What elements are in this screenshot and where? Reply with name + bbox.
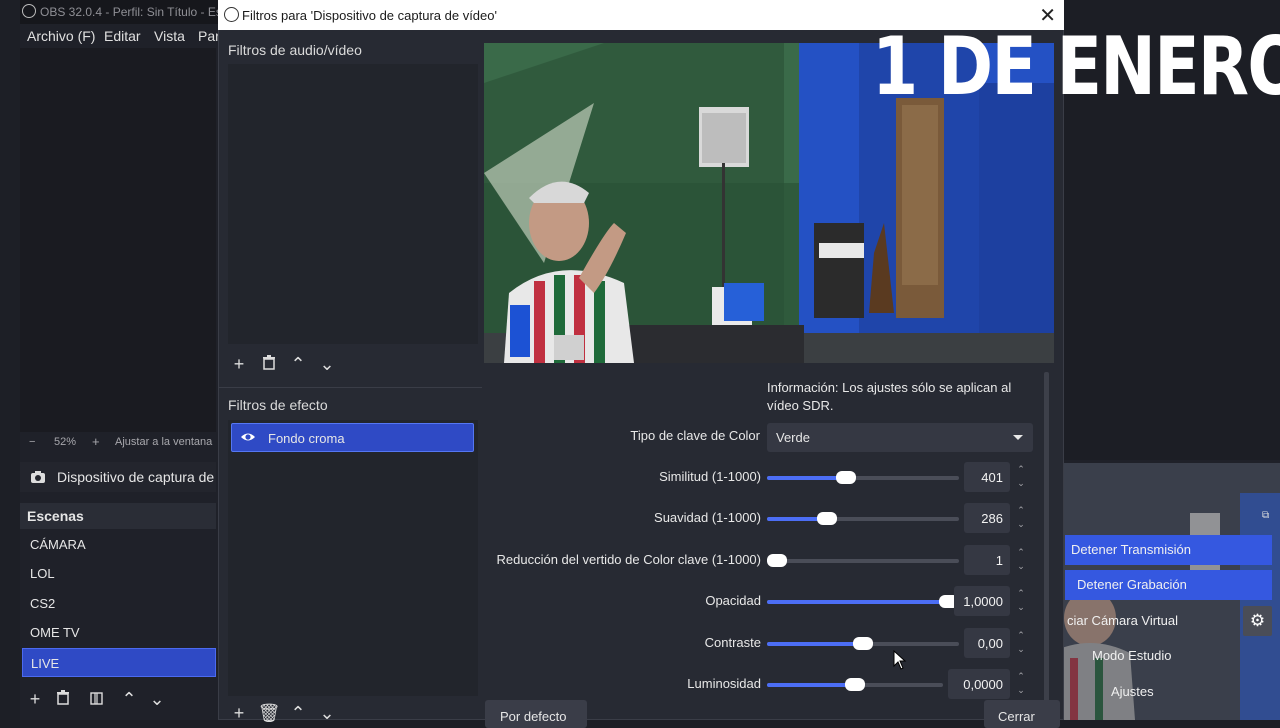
obs-logo-icon [22, 4, 36, 18]
move-scene-up-icon[interactable]: ⌃ [116, 686, 142, 712]
studio-mode-button[interactable]: Modo Estudio [1065, 641, 1272, 671]
delete-scene-icon[interactable] [50, 686, 76, 712]
slider-handle[interactable] [845, 678, 865, 691]
property-label: Opacidad [705, 593, 761, 608]
slider-handle[interactable] [836, 471, 856, 484]
spin-arrows-icon[interactable]: ⌃ ⌄ [1014, 503, 1028, 533]
property-label: Similitud (1-1000) [659, 469, 761, 484]
source-name: Dispositivo de captura de v [57, 469, 217, 485]
color-key-type-value: Verde [776, 430, 810, 445]
defaults-button[interactable]: Por defecto [485, 700, 587, 728]
slider-handle[interactable] [767, 554, 787, 567]
menu-bar: Archivo (F) Editar Vista Par [20, 24, 220, 46]
delete-av-filter-icon[interactable] [256, 351, 282, 377]
property-slider[interactable] [767, 554, 959, 567]
menu-perfil[interactable]: Par [198, 28, 220, 44]
source-toolbar: Dispositivo de captura de v [20, 462, 217, 492]
property-slider[interactable] [767, 471, 959, 484]
scene-item[interactable]: CS2 [22, 589, 216, 618]
move-effect-filter-down-icon[interactable]: ⌄ [314, 700, 340, 726]
zoom-in-button[interactable]: + [92, 434, 100, 449]
add-effect-filter-icon[interactable]: + [226, 700, 252, 726]
slider-handle[interactable] [853, 637, 873, 650]
scene-filters-icon[interactable] [83, 686, 109, 712]
scene-item[interactable]: LOL [22, 559, 216, 588]
slider-fill [767, 683, 855, 687]
spin-arrows-icon[interactable]: ⌃ ⌄ [1014, 545, 1028, 575]
property-value-field[interactable]: 401 [964, 462, 1010, 492]
stop-stream-button[interactable]: Detener Transmisión [1065, 535, 1272, 565]
chevron-down-icon [1013, 435, 1023, 440]
date-overlay-text: 1 DE ENERO [872, 20, 1280, 113]
menu-vista[interactable]: Vista [154, 28, 185, 44]
delete-effect-filter-icon[interactable]: 🗑 [256, 700, 282, 726]
dialog-title: Filtros para 'Dispositivo de captura de … [242, 8, 497, 23]
mouse-cursor-icon [893, 650, 907, 670]
zoom-bar: − 52% + Ajustar a la ventana [20, 434, 216, 452]
slider-fill [767, 476, 846, 480]
properties-scrollbar[interactable] [1044, 372, 1049, 702]
move-av-filter-down-icon[interactable]: ⌄ [314, 351, 340, 377]
menu-editar[interactable]: Editar [104, 28, 141, 44]
property-slider[interactable] [767, 637, 959, 650]
spin-arrows-icon[interactable]: ⌃ ⌄ [1014, 586, 1028, 616]
dialog-close-button[interactable]: Cerrar [984, 700, 1060, 728]
effect-filters-label: Filtros de efecto [228, 397, 328, 413]
move-effect-filter-up-icon[interactable]: ⌃ [285, 700, 311, 726]
virtual-camera-button[interactable]: ciar Cámara Virtual [1065, 606, 1235, 636]
fit-window-button[interactable]: Ajustar a la ventana [115, 436, 212, 448]
color-key-type-select[interactable]: Verde [767, 423, 1033, 452]
scene-toolbar: + ⌃ ⌄ [20, 686, 216, 712]
property-slider[interactable] [767, 595, 959, 608]
slider-fill [767, 600, 949, 604]
section-divider [218, 387, 482, 388]
av-filters-toolbar: + ⌃ ⌄ [226, 350, 346, 378]
property-label: Reducción del vertido de Color clave (1-… [496, 552, 761, 567]
main-window-title: OBS 32.0.4 - Perfil: Sin Título - Esc [40, 5, 228, 19]
effect-filters-toolbar: + 🗑 ⌃ ⌄ [226, 703, 346, 724]
property-label: Contraste [704, 635, 761, 650]
property-label: Suavidad (1-1000) [654, 510, 761, 525]
property-label: Luminosidad [687, 676, 761, 691]
spin-arrows-icon[interactable]: ⌃ ⌄ [1014, 462, 1028, 492]
menu-archivo[interactable]: Archivo (F) [27, 28, 95, 44]
property-value-field[interactable]: 0,00 [964, 628, 1010, 658]
scene-item[interactable]: CÁMARA [22, 530, 216, 559]
scenes-dock-header: Escenas [20, 503, 216, 529]
scene-item[interactable]: OME TV [22, 618, 216, 647]
sdr-info-text: Información: Los ajustes sólo se aplican… [767, 380, 1012, 413]
property-value-field[interactable]: 0,0000 [948, 669, 1010, 699]
property-value-field[interactable]: 286 [964, 503, 1010, 533]
virtual-camera-settings-icon[interactable]: ⚙ [1243, 606, 1272, 636]
zoom-value: 52% [54, 436, 77, 448]
main-preview-area[interactable] [20, 48, 216, 432]
property-slider[interactable] [767, 512, 959, 525]
slider-handle[interactable] [817, 512, 837, 525]
spin-arrows-icon[interactable]: ⌃ ⌄ [1014, 628, 1028, 658]
av-filters-list[interactable] [228, 64, 478, 344]
dock-float-icon[interactable]: ⧉ [1262, 510, 1269, 521]
add-av-filter-icon[interactable]: + [226, 351, 252, 377]
visibility-eye-icon[interactable] [240, 430, 256, 444]
move-scene-down-icon[interactable]: ⌄ [144, 686, 170, 712]
av-filters-label: Filtros de audio/vídeo [228, 42, 362, 58]
settings-button[interactable]: Ajustes [1065, 677, 1272, 707]
effect-filter-name: Fondo croma [268, 431, 345, 446]
scenes-title: Escenas [27, 508, 84, 524]
camera-icon [31, 471, 45, 483]
scene-list: CÁMARA LOL CS2 OME TV LIVE [20, 529, 216, 679]
property-value-field[interactable]: 1 [964, 545, 1010, 575]
add-scene-icon[interactable]: + [22, 686, 48, 712]
stop-recording-button[interactable]: Detener Grabación [1065, 570, 1272, 600]
zoom-out-button[interactable]: − [29, 436, 35, 448]
property-value-field[interactable]: 1,0000 [954, 586, 1010, 616]
move-av-filter-up-icon[interactable]: ⌃ [285, 351, 311, 377]
spin-arrows-icon[interactable]: ⌃ ⌄ [1014, 669, 1028, 699]
property-slider[interactable] [767, 678, 943, 691]
obs-logo-icon [224, 7, 239, 22]
color-key-type-label: Tipo de clave de Color [630, 428, 760, 443]
slider-fill [767, 642, 863, 646]
effect-filter-item[interactable]: Fondo croma [231, 423, 474, 452]
scene-item-selected[interactable]: LIVE [22, 648, 216, 677]
